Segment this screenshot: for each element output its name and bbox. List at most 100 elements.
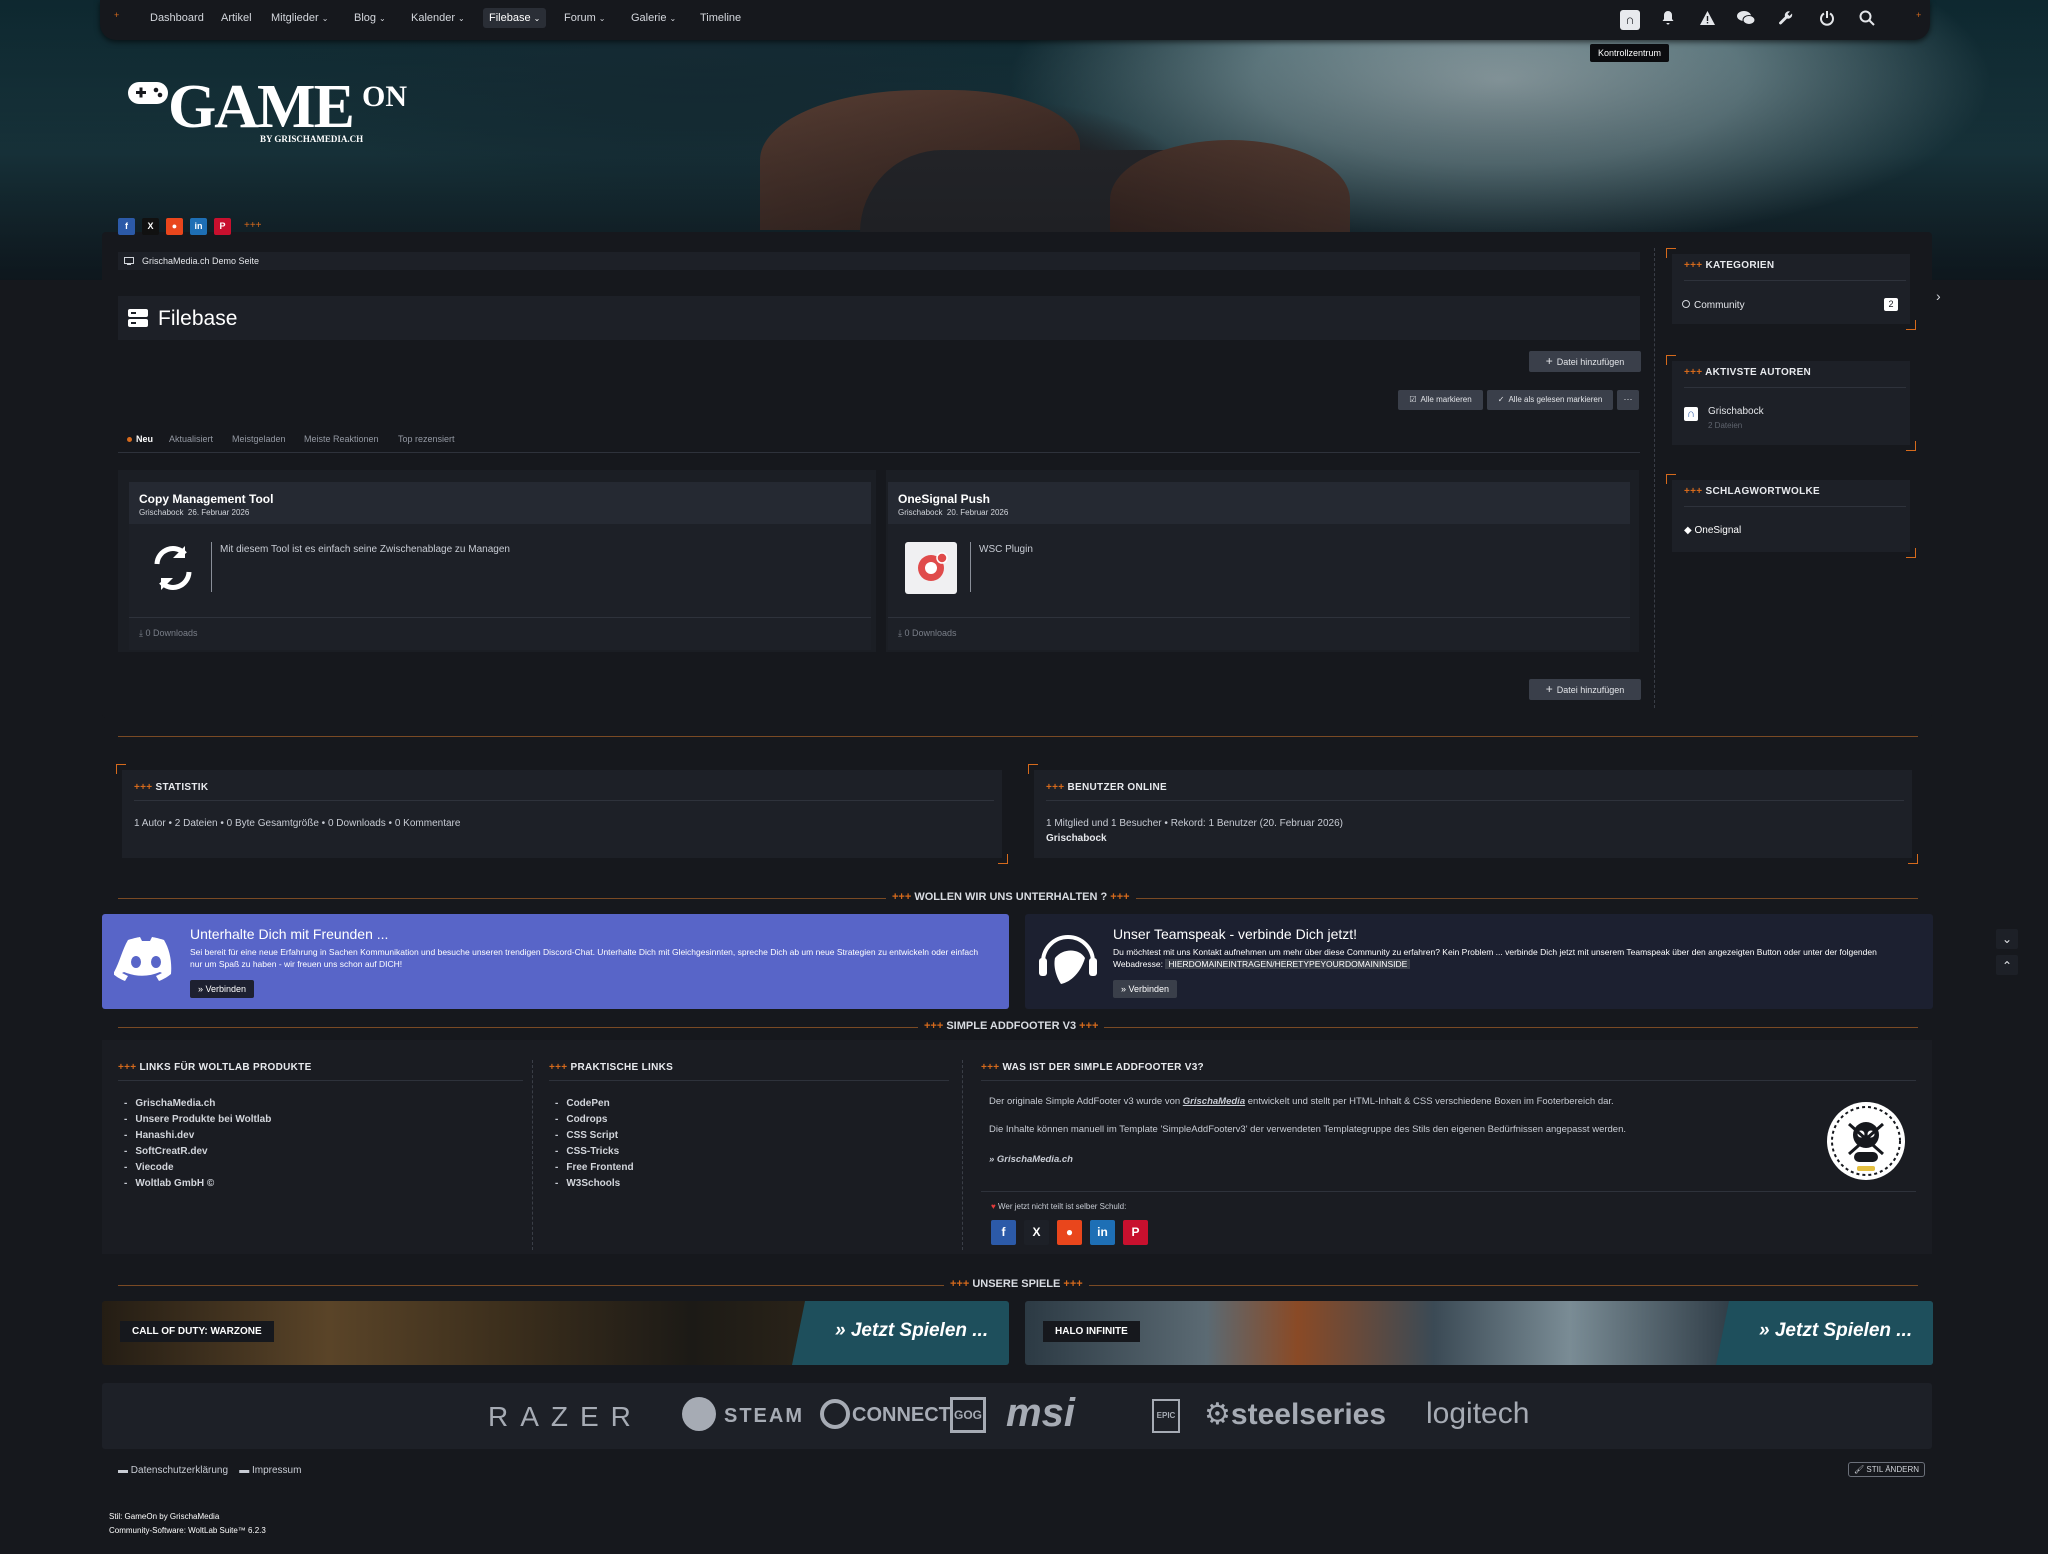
nav-filebase[interactable]: Filebase ⌄ (483, 8, 547, 28)
tab-top-rated[interactable]: Top rezensiert (398, 434, 455, 444)
mark-read-button[interactable]: ✓ Alle als gelesen markieren (1487, 390, 1613, 410)
tab-updated[interactable]: Aktualisiert (169, 434, 213, 444)
footer-link-imprint[interactable]: ▬ Impressum (239, 1465, 301, 1476)
sidebar-box-categories: +++ KATEGORIEN Community 2 (1666, 248, 1916, 330)
radio-circle-icon (1682, 300, 1690, 308)
nav-artikel[interactable]: Artikel (221, 12, 252, 24)
teamspeak-address[interactable]: HIERDOMAINEINTRAGEN/HERETYPEYOURDOMAININ… (1165, 959, 1411, 969)
game-banner-warzone[interactable]: CALL OF DUTY: WARZONE » Jetzt Spielen ..… (102, 1301, 1009, 1365)
mark-all-button[interactable]: ☑ Alle markieren (1398, 390, 1483, 410)
file-card[interactable]: OneSignal Push Grischabock 20. Februar 2… (888, 482, 1630, 650)
discord-icon (114, 937, 172, 981)
file-title[interactable]: OneSignal Push (898, 492, 990, 506)
double-chevron-icon: » (198, 984, 204, 994)
control-panel-icon[interactable]: ∩ (1620, 10, 1640, 30)
share-more-icon[interactable]: +++ (244, 220, 262, 231)
sidebar-collapse-icon[interactable]: › (1936, 288, 1941, 304)
change-style-button[interactable]: 🖌 STIL ÄNDERN (1848, 1462, 1925, 1477)
breadcrumb-link[interactable]: GrischaMedia.ch Demo Seite (142, 256, 259, 266)
avatar[interactable]: ∩ (1684, 407, 1698, 421)
reddit-icon[interactable]: ● (166, 218, 183, 235)
play-now-link[interactable]: » Jetzt Spielen ... (835, 1320, 988, 1342)
footer-link[interactable]: - Codrops (555, 1112, 634, 1128)
filebase-icon (128, 309, 148, 327)
footer-link[interactable]: - CSS Script (555, 1128, 634, 1144)
nav-mitglieder[interactable]: Mitglieder ⌄ (271, 12, 328, 24)
box-title: SCHLAGWORTWOLKE (1705, 486, 1820, 497)
signature-link[interactable]: » GrischaMedia.ch (989, 1154, 1073, 1165)
page-header: Filebase (118, 296, 1640, 340)
more-options-button[interactable]: ··· (1617, 390, 1639, 410)
file-author[interactable]: Grischabock (139, 508, 183, 517)
wrench-icon[interactable] (1776, 10, 1796, 30)
online-user-link[interactable]: Grischabock (1046, 833, 1107, 844)
nav-galerie[interactable]: Galerie ⌄ (631, 12, 676, 24)
nav-kalender[interactable]: Kalender ⌄ (411, 12, 465, 24)
teamspeak-connect-button[interactable]: » Verbinden (1113, 980, 1178, 998)
nav-timeline[interactable]: Timeline (700, 12, 741, 24)
file-title[interactable]: Copy Management Tool (139, 492, 273, 506)
pinterest-icon[interactable]: P (214, 218, 231, 235)
warning-icon[interactable] (1697, 10, 1717, 30)
bell-icon[interactable] (1658, 10, 1678, 30)
nav-dashboard[interactable]: Dashboard (150, 12, 204, 24)
add-file-button-bottom[interactable]: + Datei hinzufügen (1529, 679, 1641, 700)
tag-link[interactable]: ◆ OneSignal (1684, 525, 1741, 536)
pinterest-icon[interactable]: P (1123, 1220, 1148, 1245)
play-now-link[interactable]: » Jetzt Spielen ... (1759, 1320, 1912, 1342)
power-icon[interactable] (1817, 10, 1837, 30)
facebook-icon[interactable]: f (991, 1220, 1016, 1245)
footer-col-about: +++ WAS IST DER SIMPLE ADDFOOTER V3? Der… (981, 1060, 1918, 1250)
scroll-up-button[interactable]: ⌃ (1996, 955, 2018, 975)
footer-link[interactable]: - Unsere Produkte bei Woltlab (124, 1112, 271, 1128)
recycle-arrows-icon (154, 546, 192, 590)
gamepad-icon (128, 82, 168, 104)
tab-most-reactions[interactable]: Meiste Reaktionen (304, 434, 379, 444)
nav-blog[interactable]: Blog ⌄ (354, 12, 386, 24)
tab-new[interactable]: Neu (136, 434, 153, 444)
software-credit[interactable]: Community-Software: WoltLab Suite™ 6.2.3 (109, 1526, 266, 1535)
footer-link[interactable]: - Woltlab GmbH © (124, 1176, 271, 1192)
conversations-icon[interactable] (1736, 10, 1756, 30)
footer-link[interactable]: - CSS-Tricks (555, 1144, 634, 1160)
paint-icon: 🖌 (1854, 1465, 1865, 1474)
heart-icon: ♥ (991, 1202, 996, 1211)
scroll-down-button[interactable]: ⌄ (1996, 929, 2018, 949)
footer-col-practical: +++ PRAKTISCHE LINKS - CodePen - Codrops -… (549, 1060, 959, 1250)
file-card[interactable]: Copy Management Tool Grischabock 26. Feb… (129, 482, 871, 650)
x-icon[interactable]: X (1024, 1220, 1049, 1245)
footer-link[interactable]: - GrischaMedia.ch (124, 1096, 271, 1112)
footer-link[interactable]: - W3Schools (555, 1176, 634, 1192)
category-link[interactable]: Community (1694, 300, 1745, 311)
footer-link-privacy[interactable]: ▬ Datenschutzerklärung (118, 1465, 228, 1476)
reddit-icon[interactable]: ● (1057, 1220, 1082, 1245)
double-chevron-icon: » (1121, 984, 1127, 994)
chevron-down-icon: ⌄ (379, 14, 386, 23)
footer-link[interactable]: - SoftCreatR.dev (124, 1144, 271, 1160)
footer-link[interactable]: - CodePen (555, 1096, 634, 1112)
search-icon[interactable] (1857, 10, 1877, 30)
footer-link[interactable]: - Viecode (124, 1160, 271, 1176)
file-author[interactable]: Grischabock (898, 508, 942, 517)
msi-logo: msi (1006, 1391, 1075, 1435)
statistics-box: +++ STATISTIK 1 Autor • 2 Dateien • 0 By… (116, 764, 1008, 864)
game-banner-halo[interactable]: HALO INFINITE » Jetzt Spielen ... (1025, 1301, 1933, 1365)
grischamedia-link[interactable]: GrischaMedia (1183, 1096, 1245, 1107)
discord-connect-button[interactable]: » Verbinden (190, 980, 255, 998)
style-credit[interactable]: Stil: GameOn by GrischaMedia (109, 1512, 219, 1521)
add-file-button-top[interactable]: + Datei hinzufügen (1529, 351, 1641, 372)
connect-icon (820, 1399, 850, 1429)
tab-most-downloaded[interactable]: Meistgeladen (232, 434, 286, 444)
footer-col-woltlab: +++ LINKS FÜR WOLTLAB PRODUKTE - GrischaM… (118, 1060, 528, 1250)
author-link[interactable]: Grischabock (1708, 406, 1764, 417)
x-icon[interactable]: X (142, 218, 159, 235)
users-online-box: +++ BENUTZER ONLINE 1 Mitglied und 1 Bes… (1028, 764, 1918, 864)
nav-forum[interactable]: Forum ⌄ (564, 12, 605, 24)
about-paragraph-1: Der originale Simple AddFooter v3 wurde … (989, 1096, 1614, 1107)
footer-link[interactable]: - Hanashi.dev (124, 1128, 271, 1144)
footer-link[interactable]: - Free Frontend (555, 1160, 634, 1176)
facebook-icon[interactable]: f (118, 218, 135, 235)
linkedin-icon[interactable]: in (190, 218, 207, 235)
linkedin-icon[interactable]: in (1090, 1220, 1115, 1245)
tooltip: Kontrollzentrum (1590, 44, 1670, 62)
